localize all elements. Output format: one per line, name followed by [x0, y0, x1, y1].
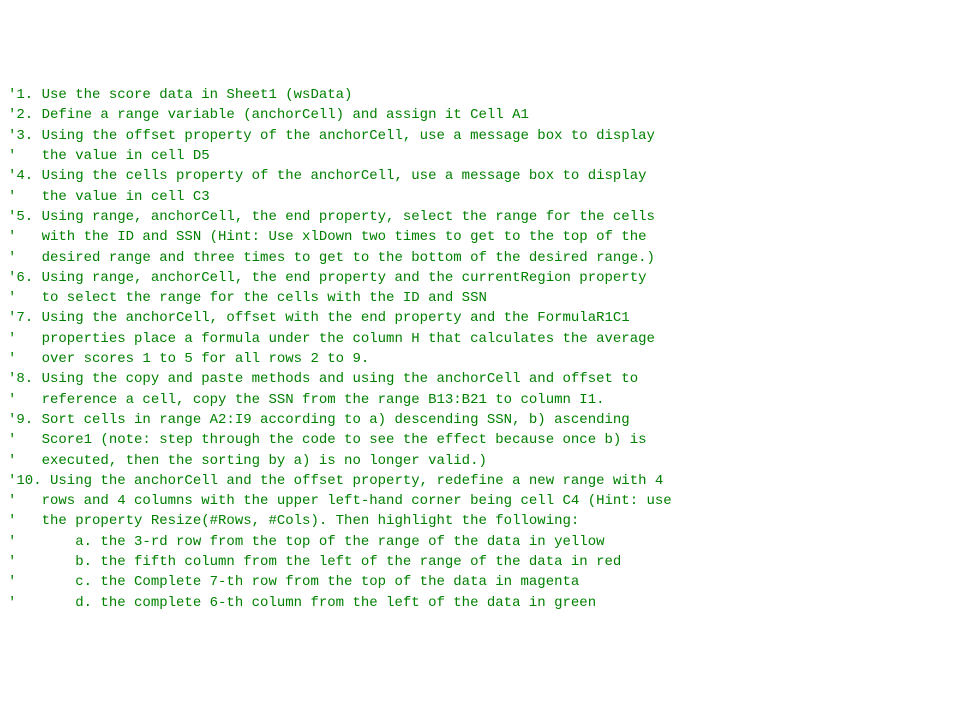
code-line: '5. Using range, anchorCell, the end pro… — [8, 207, 968, 227]
code-line: ' rows and 4 columns with the upper left… — [8, 491, 968, 511]
code-line: ' b. the fifth column from the left of t… — [8, 552, 968, 572]
code-line: ' Score1 (note: step through the code to… — [8, 430, 968, 450]
code-line: '4. Using the cells property of the anch… — [8, 166, 968, 186]
code-line: ' to select the range for the cells with… — [8, 288, 968, 308]
code-line: '3. Using the offset property of the anc… — [8, 126, 968, 146]
code-block: '1. Use the score data in Sheet1 (wsData… — [8, 85, 968, 613]
code-line: ' d. the complete 6-th column from the l… — [8, 593, 968, 613]
code-line: '2. Define a range variable (anchorCell)… — [8, 105, 968, 125]
code-line: ' the value in cell C3 — [8, 187, 968, 207]
code-line: '6. Using range, anchorCell, the end pro… — [8, 268, 968, 288]
code-line: ' the value in cell D5 — [8, 146, 968, 166]
code-line: '1. Use the score data in Sheet1 (wsData… — [8, 85, 968, 105]
code-line: ' reference a cell, copy the SSN from th… — [8, 390, 968, 410]
code-line: ' c. the Complete 7-th row from the top … — [8, 572, 968, 592]
code-line: '8. Using the copy and paste methods and… — [8, 369, 968, 389]
code-line: ' properties place a formula under the c… — [8, 329, 968, 349]
code-line: ' a. the 3-rd row from the top of the ra… — [8, 532, 968, 552]
code-line: ' desired range and three times to get t… — [8, 248, 968, 268]
code-line: ' with the ID and SSN (Hint: Use xlDown … — [8, 227, 968, 247]
code-line: ' the property Resize(#Rows, #Cols). The… — [8, 511, 968, 531]
code-line: '10. Using the anchorCell and the offset… — [8, 471, 968, 491]
code-line: ' executed, then the sorting by a) is no… — [8, 451, 968, 471]
code-line: '7. Using the anchorCell, offset with th… — [8, 308, 968, 328]
code-line: ' over scores 1 to 5 for all rows 2 to 9… — [8, 349, 968, 369]
code-line: '9. Sort cells in range A2:I9 according … — [8, 410, 968, 430]
